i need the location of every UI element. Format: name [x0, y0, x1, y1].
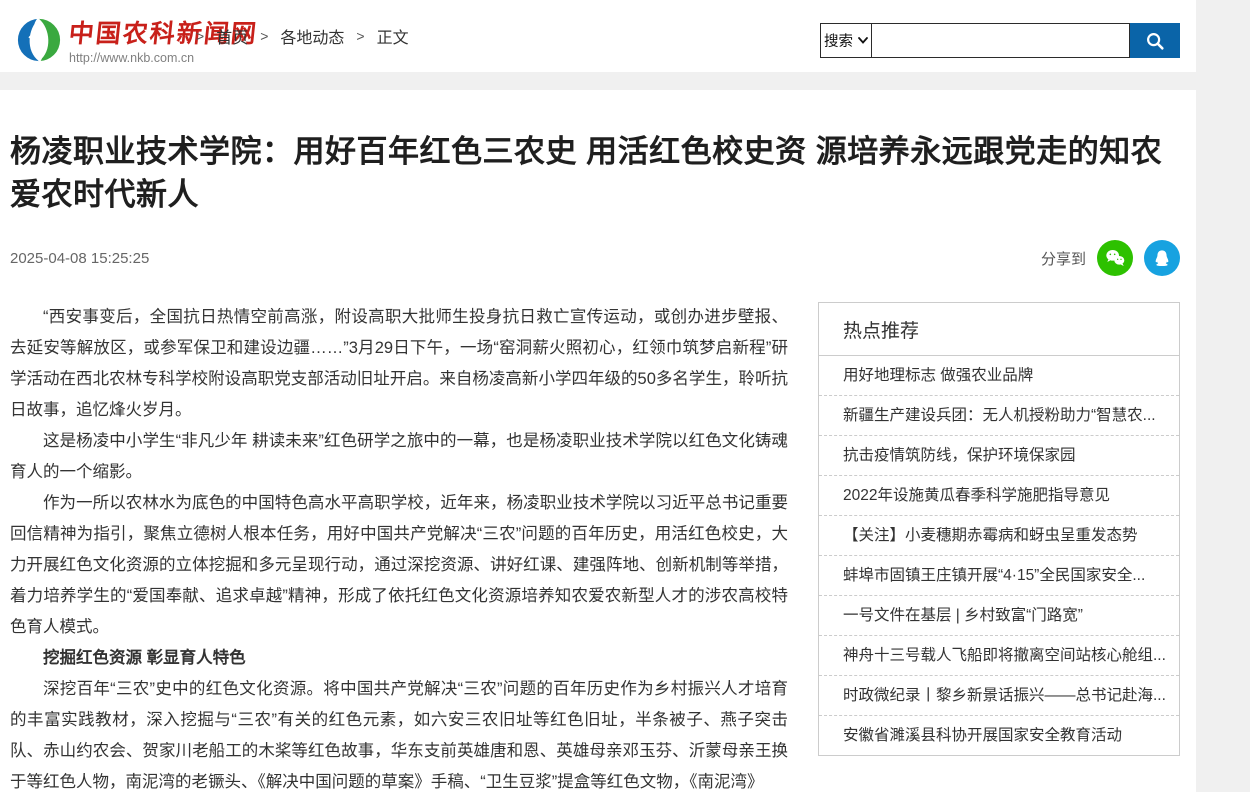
breadcrumb-current: 正文 — [377, 24, 409, 48]
article-subheading: 挖掘红色资源 彰显育人特色 — [10, 643, 788, 674]
search-input[interactable] — [872, 23, 1130, 58]
search-button[interactable] — [1130, 23, 1180, 58]
sidebar-item[interactable]: 时政微纪录丨黎乡新景话振兴——总书记赴海... — [819, 676, 1179, 716]
article-paragraph: 作为一所以农林水为底色的中国特色高水平高职学校，近年来，杨凌职业技术学院以习近平… — [10, 488, 788, 643]
sidebar-item[interactable]: 神舟十三号载人飞船即将撤离空间站核心舱组... — [819, 636, 1179, 676]
article-paragraph: 这是杨凌中小学生“非凡少年 耕读未来”红色研学之旅中的一幕，也是杨凌职业技术学院… — [10, 426, 788, 488]
sidebar-item[interactable]: 抗击疫情筑防线，保护环境保家园 — [819, 436, 1179, 476]
search-category-select[interactable]: 搜索 — [820, 23, 872, 58]
share-qq-button[interactable] — [1144, 240, 1180, 276]
qq-icon — [1150, 246, 1174, 270]
breadcrumb-separator: > — [196, 28, 204, 44]
article-meta: 2025-04-08 15:25:25 分享到 — [8, 240, 1180, 276]
sidebar-item[interactable]: 用好地理标志 做强农业品牌 — [819, 356, 1179, 396]
article-paragraph: 深挖百年“三农”史中的红色文化资源。将中国共产党解决“三农”问题的百年历史作为乡… — [10, 674, 788, 792]
wechat-icon — [1103, 246, 1127, 270]
search-icon — [1144, 30, 1166, 52]
sidebar-item[interactable]: 2022年设施黄瓜春季科学施肥指导意见 — [819, 476, 1179, 516]
breadcrumb-section[interactable]: 各地动态 — [280, 24, 344, 48]
sidebar-item[interactable]: 新疆生产建设兵团：无人机授粉助力“智慧农... — [819, 396, 1179, 436]
article-body: “西安事变后，全国抗日热情空前高涨，附设高职大批师生投身抗日救亡宣传运动，或创办… — [8, 302, 788, 792]
main-content: 杨凌职业技术学院：用好百年红色三农史 用活红色校史资 源培养永远跟党走的知农爱农… — [0, 90, 1196, 792]
article-title: 杨凌职业技术学院：用好百年红色三农史 用活红色校史资 源培养永远跟党走的知农爱农… — [8, 130, 1180, 216]
share-label: 分享到 — [1041, 248, 1086, 269]
breadcrumb: > 首页 > 各地动态 > 正文 — [196, 0, 409, 72]
sidebar-item[interactable]: 蚌埠市固镇王庄镇开展“4·15”全民国家安全... — [819, 556, 1179, 596]
article-paragraph: “西安事变后，全国抗日热情空前高涨，附设高职大批师生投身抗日救亡宣传运动，或创办… — [10, 302, 788, 426]
breadcrumb-home[interactable]: 首页 — [216, 24, 248, 48]
sidebar-title: 热点推荐 — [819, 303, 1179, 356]
search-bar: 搜索 — [820, 23, 1180, 58]
share-widget: 分享到 — [1041, 240, 1180, 276]
search-select-label: 搜索 — [824, 30, 853, 51]
article-date: 2025-04-08 15:25:25 — [10, 250, 149, 267]
share-wechat-button[interactable] — [1097, 240, 1133, 276]
globe-swoosh-icon — [16, 17, 62, 63]
site-header: 中国农科新闻网 http://www.nkb.com.cn > 首页 > 各地动… — [0, 0, 1196, 72]
sidebar-item[interactable]: 安徽省濉溪县科协开展国家安全教育活动 — [819, 716, 1179, 755]
sidebar-item[interactable]: 一号文件在基层 | 乡村致富“门路宽” — [819, 596, 1179, 636]
sidebar-list: 用好地理标志 做强农业品牌 新疆生产建设兵团：无人机授粉助力“智慧农... 抗击… — [819, 356, 1179, 755]
content-columns: “西安事变后，全国抗日热情空前高涨，附设高职大批师生投身抗日救亡宣传运动，或创办… — [8, 302, 1180, 792]
sidebar-item[interactable]: 【关注】小麦穗期赤霉病和蚜虫呈重发态势 — [819, 516, 1179, 556]
hot-recommendations-panel: 热点推荐 用好地理标志 做强农业品牌 新疆生产建设兵团：无人机授粉助力“智慧农.… — [818, 302, 1180, 756]
chevron-down-icon — [858, 37, 868, 44]
breadcrumb-separator: > — [356, 28, 364, 44]
breadcrumb-separator: > — [260, 28, 268, 44]
